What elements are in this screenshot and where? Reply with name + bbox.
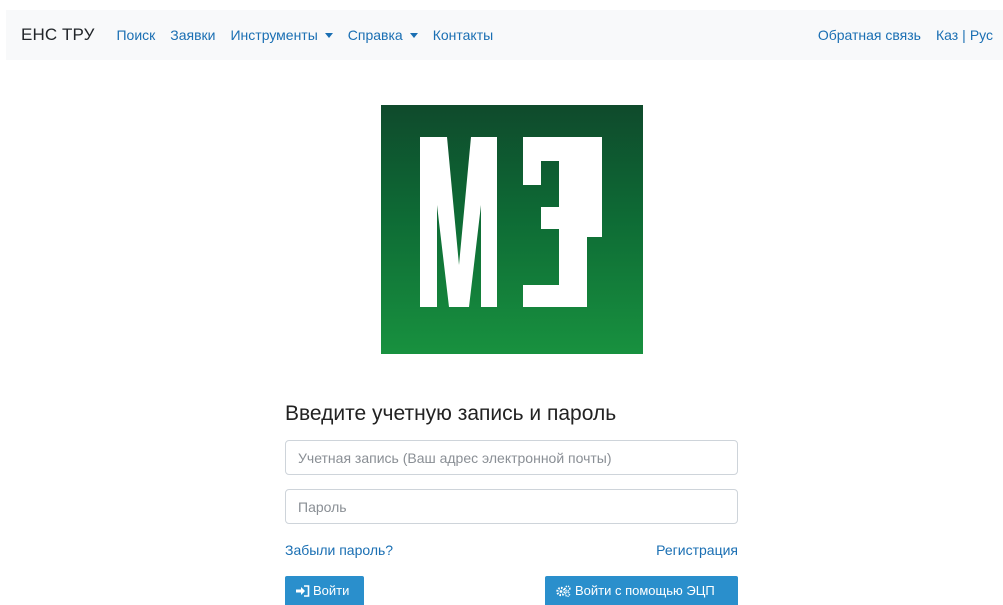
eds-login-button-label: Войти с помощью ЭЦП xyxy=(575,583,715,598)
lang-rus-link[interactable]: Рус xyxy=(970,27,993,43)
nav-links: Поиск Заявки Инструменты Справка Контакт… xyxy=(116,27,508,43)
forgot-password-link[interactable]: Забыли пароль? xyxy=(285,542,393,558)
nav-link-applications-label: Заявки xyxy=(170,27,216,43)
caret-down-icon xyxy=(409,33,418,38)
nav-link-contacts-label: Контакты xyxy=(432,27,494,43)
caret-down-icon xyxy=(324,33,333,38)
lang-separator: | xyxy=(962,27,966,43)
sign-in-icon xyxy=(296,584,310,597)
lang-kaz-link[interactable]: Каз xyxy=(936,27,958,43)
nav-link-contacts[interactable]: Контакты xyxy=(433,27,493,43)
login-button[interactable]: Войти xyxy=(285,576,364,605)
register-link[interactable]: Регистрация xyxy=(656,542,738,558)
feedback-link[interactable]: Обратная связь xyxy=(818,27,921,43)
nav-link-search-label: Поиск xyxy=(116,27,156,43)
nav-link-search[interactable]: Поиск xyxy=(116,27,155,43)
mz-logo-letters xyxy=(420,137,602,307)
login-heading: Введите учетную запись и пароль xyxy=(285,402,617,425)
login-button-label: Войти xyxy=(313,583,350,598)
top-navbar: ЕНС ТРУ Поиск Заявки Инструменты Справка… xyxy=(6,10,1003,60)
nav-dropdown-tools[interactable]: Инструменты xyxy=(230,27,333,43)
nav-dropdown-tools-label: Инструменты xyxy=(230,27,318,43)
nav-dropdown-help[interactable]: Справка xyxy=(348,27,418,43)
language-switcher: Каз | Рус xyxy=(936,27,993,43)
nav-link-applications[interactable]: Заявки xyxy=(170,27,215,43)
password-input[interactable] xyxy=(285,489,738,524)
username-input[interactable] xyxy=(285,440,738,475)
mz-logo xyxy=(381,105,643,354)
nav-right: Обратная связь Каз | Рус xyxy=(818,10,993,60)
cogs-icon xyxy=(556,584,571,597)
eds-login-button[interactable]: Войти с помощью ЭЦП xyxy=(545,576,738,605)
brand-logo-text[interactable]: ЕНС ТРУ xyxy=(21,25,94,45)
nav-dropdown-help-label: Справка xyxy=(347,27,403,43)
